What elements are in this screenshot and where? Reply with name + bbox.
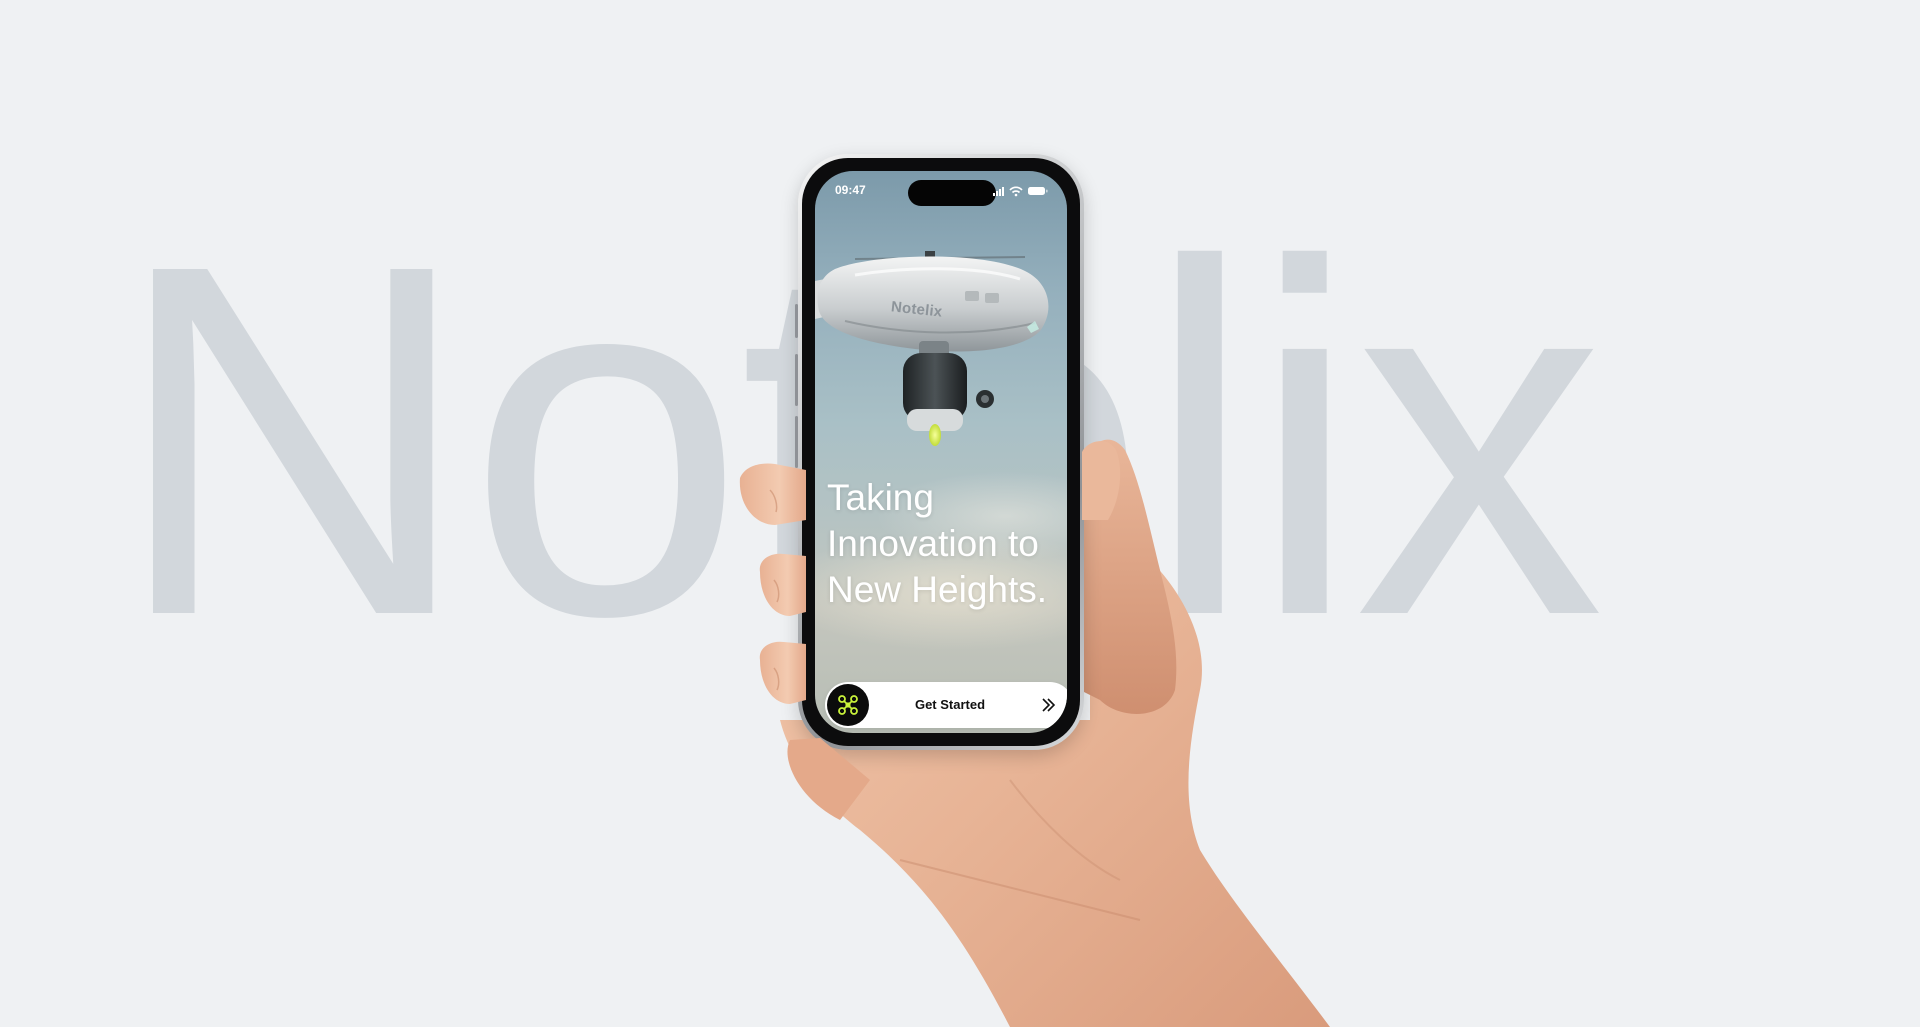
showcase-stage: Notelix 09:47	[0, 0, 1920, 1027]
phone-mockup: 09:47 Notelix Taking Innovation to New H…	[795, 154, 1084, 750]
get-started-button[interactable]: Get Started	[825, 682, 1067, 728]
phone-volume-up-button	[795, 354, 798, 406]
drone-image	[815, 251, 1049, 446]
headline-line-2: Innovation to	[827, 523, 1039, 564]
headline-line-1: Taking	[827, 477, 934, 518]
phone-volume-down-button	[795, 416, 798, 468]
status-icons	[993, 186, 1048, 197]
phone-bezel: 09:47 Notelix Taking Innovation to New H…	[802, 158, 1080, 746]
cellular-signal-icon	[993, 187, 1004, 196]
phone-mute-switch	[795, 304, 798, 338]
wifi-icon	[1009, 186, 1023, 197]
headline-line-3: New Heights.	[827, 569, 1048, 610]
slider-knob[interactable]	[827, 684, 869, 726]
get-started-label: Get Started	[914, 697, 986, 712]
double-chevron-right-icon	[1042, 698, 1056, 712]
drone-icon	[838, 695, 858, 715]
dynamic-island	[908, 180, 996, 206]
battery-icon	[1028, 187, 1048, 195]
hero-headline: Taking Innovation to New Heights.	[827, 475, 1067, 613]
app-screen: 09:47 Notelix Taking Innovation to New H…	[815, 171, 1067, 733]
status-time: 09:47	[835, 183, 866, 197]
